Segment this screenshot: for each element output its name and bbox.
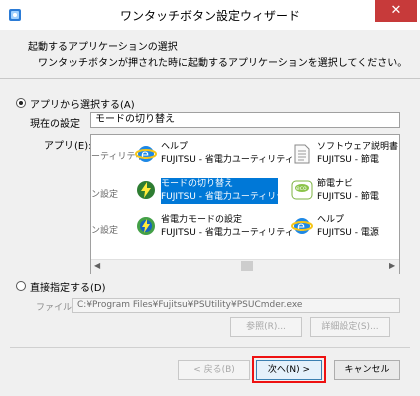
scroll-left-icon[interactable]: ◀ bbox=[94, 261, 100, 270]
list-item-sub: FUJITSU - 節電 bbox=[317, 155, 379, 165]
list-item-name[interactable]: モードの切り替え bbox=[161, 178, 233, 190]
back-button[interactable]: < 戻る(B) bbox=[178, 360, 250, 380]
list-item-sub: FUJITSU - 電源 bbox=[317, 228, 379, 238]
document-icon bbox=[291, 143, 313, 165]
list-item-sub: FUJITSU - 省電力ユーティリティ bbox=[161, 155, 294, 165]
scroll-right-icon[interactable]: ▶ bbox=[389, 261, 395, 270]
list-item-name[interactable]: ヘルプ bbox=[317, 214, 344, 226]
svg-text:eco: eco bbox=[296, 185, 307, 192]
ie-icon: e bbox=[135, 143, 157, 165]
scrollbar-thumb[interactable] bbox=[241, 261, 253, 271]
radio-direct-specify-label[interactable]: 直接指定する(D) bbox=[30, 279, 106, 294]
file-label: ファイル bbox=[36, 303, 73, 313]
section-description: ワンタッチボタンが押された時に起動するアプリケーションを選択してください。 bbox=[38, 58, 408, 69]
current-setting-label: 現在の設定 bbox=[30, 119, 80, 130]
file-path-field[interactable]: C:¥Program Files¥Fujitsu¥PSUtility¥PSUCm… bbox=[72, 298, 400, 313]
list-item[interactable]: ン設定 bbox=[91, 225, 118, 237]
list-item-name[interactable]: ソフトウェア説明書 bbox=[317, 141, 398, 153]
list-item-sub: FUJITSU - 省電力ユーティリティ bbox=[161, 192, 294, 202]
advanced-settings-button[interactable]: 詳細設定(S)... bbox=[310, 317, 390, 337]
browse-button[interactable]: 参照(R)... bbox=[230, 317, 302, 337]
radio-select-from-app-label[interactable]: アプリから選択する(A) bbox=[30, 96, 135, 111]
power-mode-icon bbox=[135, 179, 157, 201]
app-list-label: アプリ(E): bbox=[44, 141, 92, 152]
list-item-name[interactable]: 省電力モードの設定 bbox=[161, 214, 242, 226]
list-item-name[interactable]: 節電ナビ bbox=[317, 178, 353, 190]
ie-icon: e bbox=[291, 215, 313, 237]
power-setting-icon bbox=[135, 215, 157, 237]
footer-divider bbox=[10, 347, 410, 348]
list-item-sub: FUJITSU - 省電力ユーティリティ bbox=[161, 228, 294, 238]
radio-direct-specify[interactable] bbox=[16, 281, 26, 291]
list-item[interactable]: ン設定 bbox=[91, 189, 118, 201]
radio-select-from-app[interactable] bbox=[16, 98, 26, 108]
eco-icon: eco bbox=[291, 179, 313, 201]
current-setting-value: モードの切り替え bbox=[90, 112, 400, 128]
list-item-sub: FUJITSU - 節電 bbox=[317, 192, 379, 202]
section-title: 起動するアプリケーションの選択 bbox=[28, 42, 178, 53]
cancel-button[interactable]: キャンセル bbox=[334, 360, 400, 380]
window-title: ワンタッチボタン設定ウィザード bbox=[119, 9, 300, 23]
highlight-box bbox=[252, 356, 326, 383]
list-item-name[interactable]: ヘルプ bbox=[161, 141, 188, 153]
app-list[interactable]: ーティリティ e ヘルプ FUJITSU - 省電力ユーティリティ ソフトウェア… bbox=[90, 134, 400, 274]
close-button[interactable]: ✕ bbox=[375, 0, 417, 22]
